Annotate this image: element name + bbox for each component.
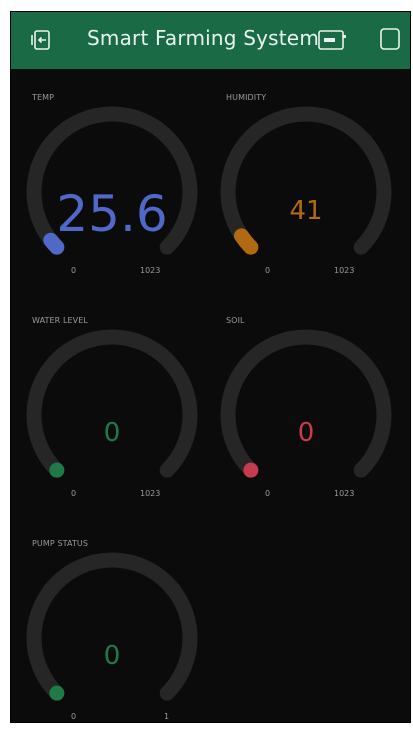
gauge-dial xyxy=(216,72,396,282)
gauge-max-label: 1023 xyxy=(140,489,161,498)
gauge-min-label: 0 xyxy=(71,712,77,721)
gauge-min-label: 0 xyxy=(265,489,271,498)
gauge-track xyxy=(26,552,198,701)
gauge-value: 25.6 xyxy=(56,185,168,243)
gauge-value: 0 xyxy=(297,418,315,448)
gauge-max-label: 1023 xyxy=(334,266,355,275)
gauge-min-label: 0 xyxy=(71,266,77,275)
gauge-value: 0 xyxy=(103,641,121,671)
gauge-widget-water-level[interactable]: WATER LEVEL 0 0 1023 xyxy=(22,295,202,505)
gauge-widget-temp[interactable]: TEMP 25.6 0 1023 xyxy=(22,72,202,282)
gauge-value: 0 xyxy=(103,418,121,448)
gauge-max-label: 1023 xyxy=(140,266,161,275)
app-frame: Smart Farming System TEMP 25.6 0 1023 HU… xyxy=(10,11,411,723)
gauge-dial xyxy=(22,518,202,722)
gauge-track xyxy=(26,329,198,478)
gauge-level-indicator xyxy=(233,228,259,255)
gauge-widget-humidity[interactable]: HUMIDITY 41 0 1023 xyxy=(216,72,396,282)
device-status-icon[interactable] xyxy=(317,27,347,53)
app-title: Smart Farming System xyxy=(87,26,319,50)
gauge-dial xyxy=(22,72,202,282)
device-selector-icon[interactable] xyxy=(29,27,55,53)
app-header: Smart Farming System xyxy=(11,12,410,69)
gauge-track xyxy=(220,106,392,255)
gauge-value: 41 xyxy=(289,196,323,226)
gauge-min-label: 0 xyxy=(71,489,77,498)
gauge-max-label: 1 xyxy=(164,712,170,721)
gauge-track xyxy=(220,329,392,478)
gauge-dial xyxy=(22,295,202,505)
widget-box-icon[interactable] xyxy=(379,27,401,51)
gauge-widget-pump-status[interactable]: PUMP STATUS 0 0 1 xyxy=(22,518,202,722)
gauge-min-label: 0 xyxy=(265,266,271,275)
gauge-dial xyxy=(216,295,396,505)
gauge-widget-soil[interactable]: SOIL 0 0 1023 xyxy=(216,295,396,505)
gauge-max-label: 1023 xyxy=(334,489,355,498)
